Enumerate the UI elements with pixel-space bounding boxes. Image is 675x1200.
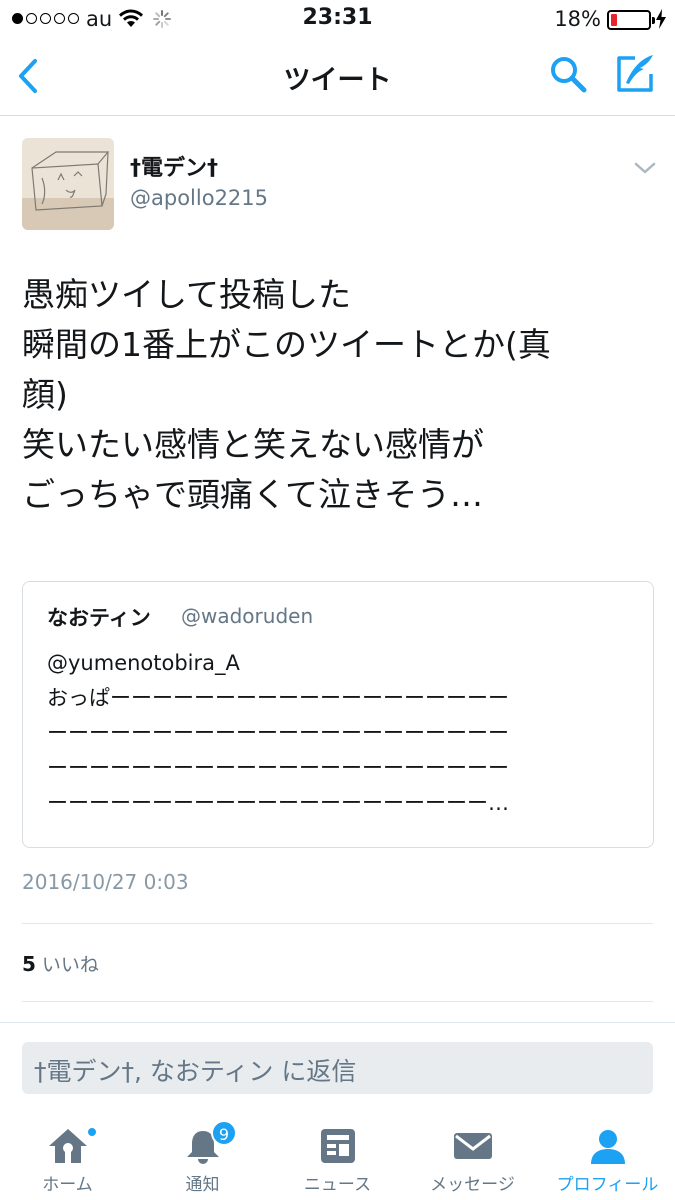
divider	[0, 1022, 675, 1023]
battery-percent: 18%	[554, 7, 601, 31]
quoted-author-handle: @wadoruden	[181, 604, 314, 628]
likes-count[interactable]: 5 いいね	[22, 950, 99, 977]
tweet-text-line: 顔)	[22, 375, 68, 414]
like-label: いいね	[41, 954, 99, 976]
tab-label: プロフィール	[556, 1175, 659, 1195]
battery-level	[611, 14, 617, 26]
tab-label: メッセージ	[430, 1175, 515, 1195]
profile-icon	[590, 1130, 625, 1164]
quoted-text-line: ーーーーーーーーーーーーーーーーーーーーー…	[47, 791, 509, 815]
divider	[22, 1001, 653, 1002]
avatar-drawing-image	[22, 138, 114, 230]
new-content-indicator	[86, 1126, 98, 1138]
news-icon	[320, 1129, 355, 1163]
like-number: 5	[22, 952, 36, 976]
compose-tweet-icon	[617, 55, 653, 92]
tweet-text-line: 愚痴ツイして投稿した	[22, 275, 352, 314]
tab-messages[interactable]: メッセージ	[405, 1112, 540, 1200]
tab-profile[interactable]: プロフィール	[540, 1112, 675, 1200]
chevron-down-icon[interactable]	[632, 158, 658, 178]
tweet-text-line: 笑いたい感情と笑えない感情が	[22, 425, 484, 464]
quoted-text-line: ーーーーーーーーーーーーーーーーーーーーーー	[47, 756, 509, 780]
tab-label: 通知	[185, 1175, 220, 1195]
envelope-icon	[453, 1133, 492, 1159]
quoted-author-name: なおティン	[47, 606, 151, 630]
status-bar: au 23:31 18%	[0, 0, 675, 38]
search-icon	[551, 57, 587, 93]
compose-tweet-button[interactable]	[613, 52, 657, 96]
search-button[interactable]	[548, 54, 588, 94]
tweet-timestamp: 2016/10/27 0:03	[22, 870, 189, 894]
divider	[22, 923, 653, 924]
tab-news[interactable]: ニュース	[270, 1112, 405, 1200]
navigation-bar: ツイート	[0, 38, 675, 116]
notification-count-badge: 9	[211, 1120, 237, 1146]
tweet-text-line: ごっちゃで頭痛くて泣きそう…	[22, 475, 484, 514]
battery-icon	[607, 10, 655, 30]
tab-notifications[interactable]: 9 通知	[135, 1112, 270, 1200]
quoted-tweet-card[interactable]: なおティン @wadoruden @yumenotobira_A おっぱーーーー…	[22, 581, 654, 848]
reply-input[interactable]: †電デン†, なおティン に返信	[22, 1042, 653, 1094]
charging-icon	[656, 9, 666, 29]
quoted-text-line: ーーーーーーーーーーーーーーーーーーーーーー	[47, 721, 509, 745]
tab-label: ホーム	[42, 1175, 93, 1195]
author-display-name[interactable]: †電デン†	[130, 150, 218, 182]
author-avatar[interactable]	[22, 138, 114, 230]
tweet-text-line: 瞬間の1番上がこのツイートとか(真	[22, 325, 551, 364]
author-handle[interactable]: @apollo2215	[130, 186, 268, 210]
home-icon	[48, 1129, 87, 1163]
tab-bar: ホーム 9 通知 ニュース メッセージ プロフィール	[0, 1112, 675, 1200]
back-button[interactable]	[10, 56, 46, 96]
quoted-tweet-text: @yumenotobira_A おっぱーーーーーーーーーーーーーーーーーーー ー…	[47, 646, 637, 821]
chevron-left-icon	[19, 59, 37, 93]
quoted-text-line: おっぱーーーーーーーーーーーーーーーーーーー	[47, 686, 509, 710]
quoted-text-line: @yumenotobira_A	[47, 651, 240, 675]
tab-home[interactable]: ホーム	[0, 1112, 135, 1200]
tweet-text: 愚痴ツイして投稿した 瞬間の1番上がこのツイートとか(真 顔) 笑いたい感情と笑…	[22, 270, 652, 520]
tab-label: ニュース	[303, 1175, 372, 1195]
